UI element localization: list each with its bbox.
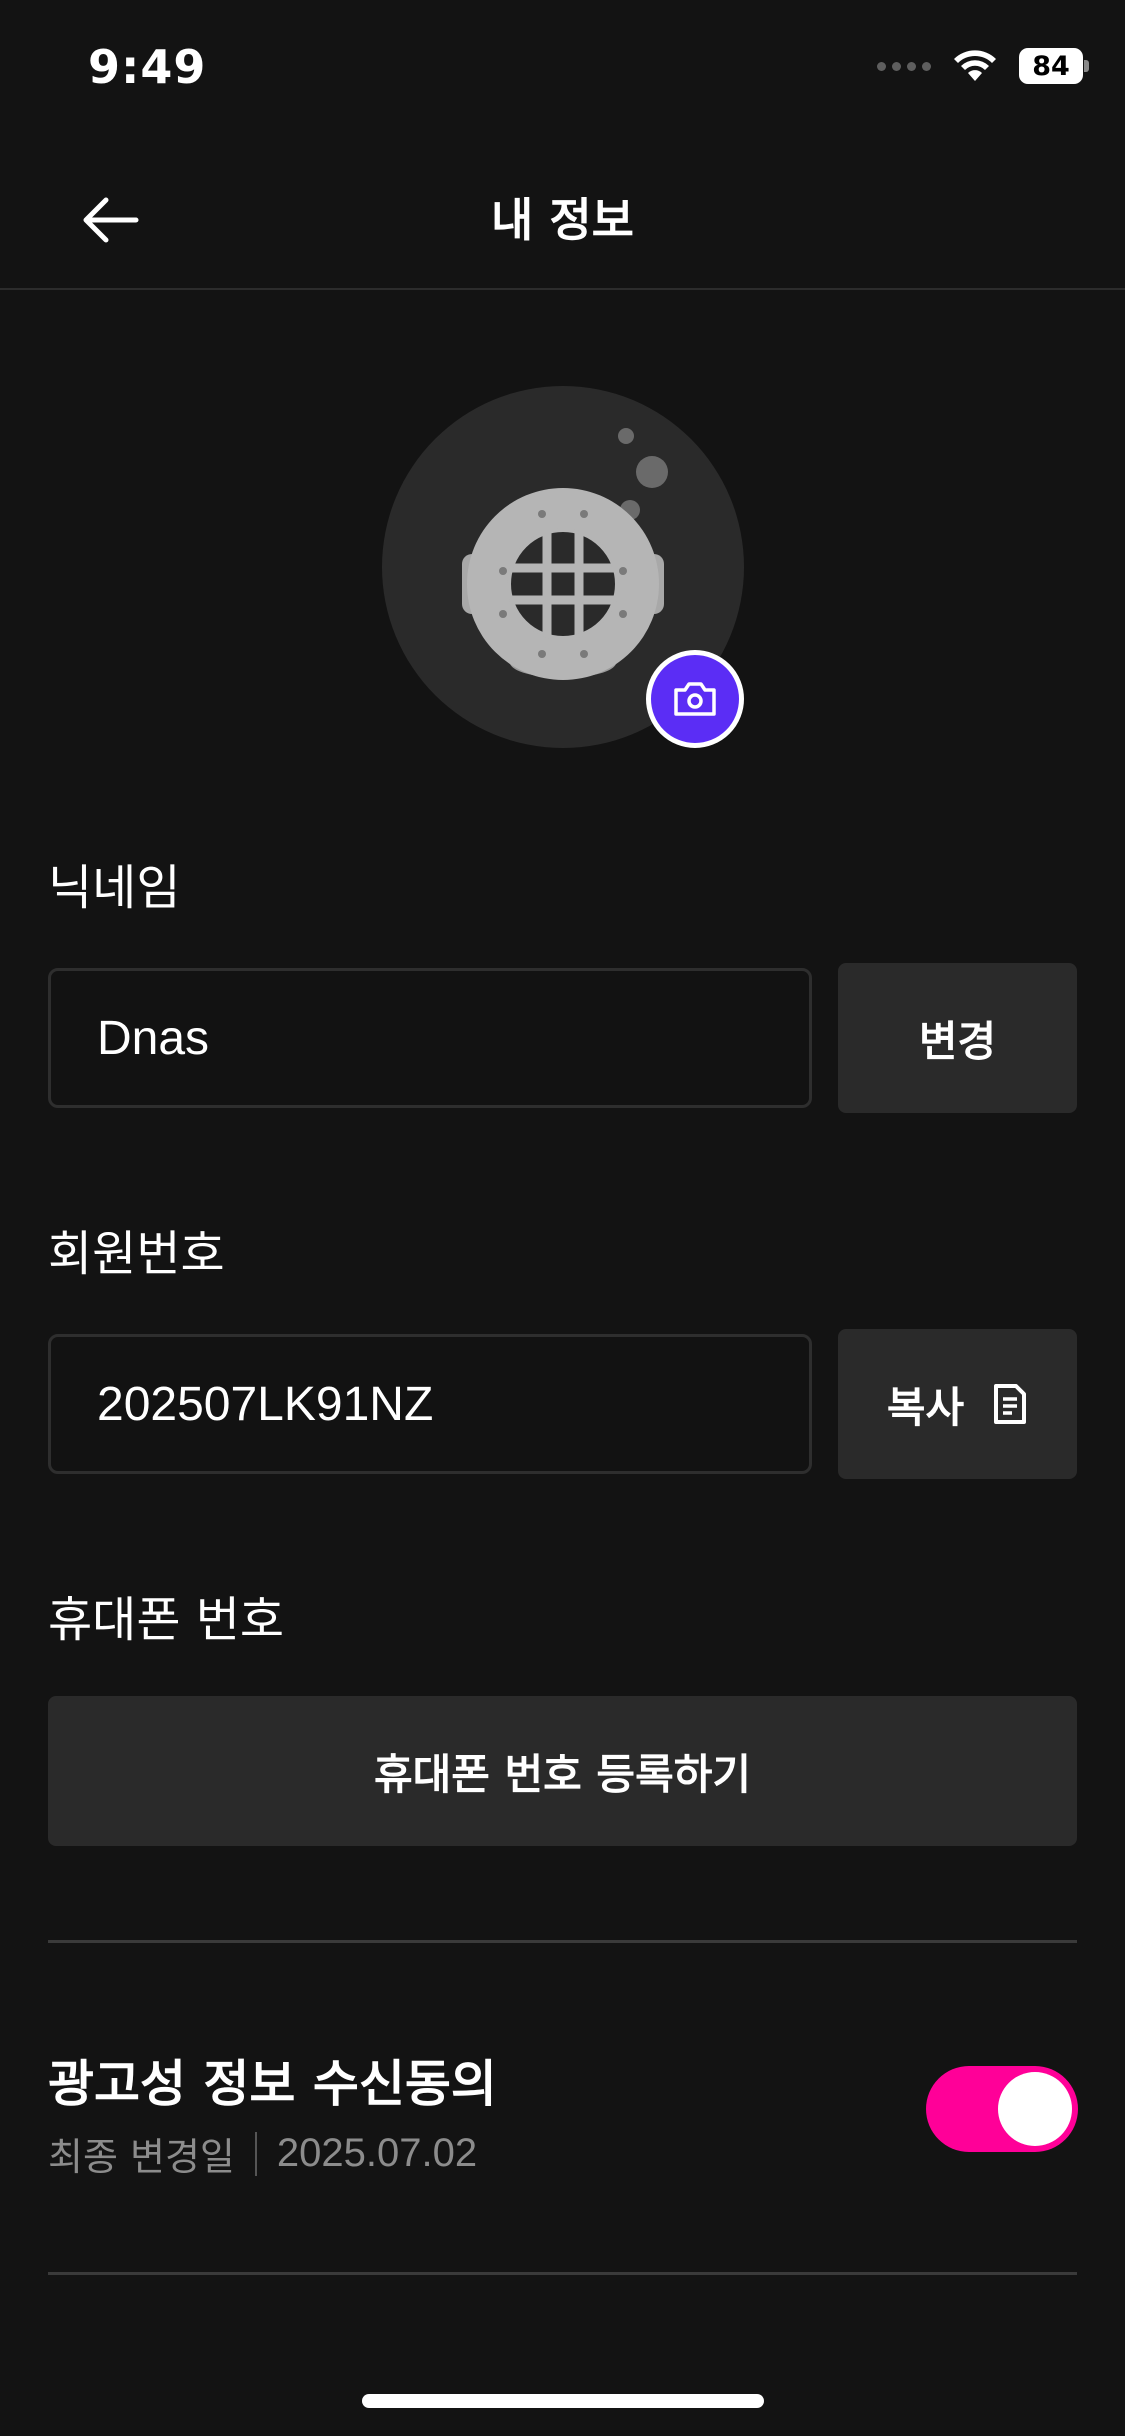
change-nickname-button[interactable]: 변경	[838, 963, 1077, 1113]
member-number-label: 회원번호	[48, 1226, 225, 1282]
copy-button-label: 복사	[886, 1382, 965, 1432]
status-icons: 84	[877, 46, 1089, 86]
register-phone-button[interactable]: 휴대폰 번호 등록하기	[48, 1696, 1077, 1846]
nickname-label: 닉네임	[48, 860, 181, 916]
battery-icon: 84	[1019, 48, 1089, 84]
camera-icon	[674, 682, 716, 716]
change-photo-button[interactable]	[646, 650, 744, 748]
battery-level: 84	[1019, 48, 1083, 84]
member-number-field: 202507LK91NZ	[48, 1334, 812, 1474]
status-time: 9:49	[88, 40, 207, 94]
last-changed-date: 2025.07.02	[276, 2131, 478, 2175]
toggle-knob	[998, 2072, 1072, 2146]
last-changed-label: 최종 변경일	[48, 2135, 235, 2179]
marketing-consent-changed-row: 최종 변경일 2025.07.02	[48, 2126, 477, 2181]
page-title: 내 정보	[491, 193, 634, 247]
marketing-consent-toggle[interactable]	[926, 2066, 1078, 2152]
home-indicator[interactable]	[362, 2394, 764, 2408]
my-info-screen: 9:49 84 내 정보 닉네임 Dnas 변경 회원번호 202507LK91…	[0, 0, 1125, 2436]
copy-member-number-button[interactable]: 복사	[838, 1329, 1077, 1479]
header: 내 정보	[0, 150, 1125, 290]
marketing-consent-title: 광고성 정보 수신동의	[48, 2055, 497, 2113]
wifi-icon	[954, 50, 996, 81]
phone-label: 휴대폰 번호	[48, 1592, 285, 1648]
cellular-signal-icon	[877, 61, 931, 71]
nickname-field[interactable]: Dnas	[48, 968, 812, 1108]
divider	[48, 2272, 1077, 2275]
copy-icon	[994, 1384, 1027, 1424]
separator	[254, 2131, 257, 2176]
divider	[48, 1940, 1077, 1943]
